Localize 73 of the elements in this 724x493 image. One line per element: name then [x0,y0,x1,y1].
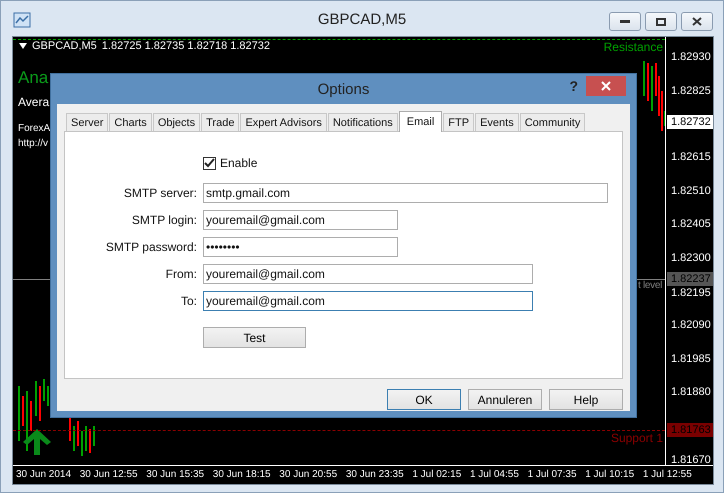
time-tick: 30 Jun 15:35 [146,468,204,482]
input-field[interactable]: smtp.gmail.com [203,183,608,203]
tab[interactable]: Notifications [328,113,398,131]
window-title: GBPCAD,M5 [318,11,406,28]
chart-caption: ForexA [18,123,50,134]
price-tick: 1.82825 [671,85,711,97]
field-label: SMTP login: [130,213,197,227]
time-tick: 1 Jul 12:55 [642,468,692,482]
chart-caption: Ana [18,68,48,88]
price-tick: 1.81670 [671,454,711,466]
price-tick: 1.82090 [671,319,711,331]
tab[interactable]: Community [520,113,586,131]
dialog-button[interactable]: Help [549,389,623,410]
close-icon [692,17,702,26]
close-icon [601,81,611,91]
chart-window-icon [13,12,31,28]
test-button[interactable]: Test [203,327,306,348]
time-tick: 1 Jul 10:15 [585,468,634,482]
tab[interactable]: Charts [109,113,152,131]
minimize-button[interactable] [609,12,641,31]
input-field[interactable]: youremail@gmail.com [203,291,533,311]
dialog-button[interactable]: OK [387,389,461,410]
chart-symbol: GBPCAD,M5 [32,40,97,52]
time-tick: 30 Jun 20:55 [279,468,338,482]
dialog-title: Options [318,81,370,98]
tab[interactable]: Objects [152,113,200,131]
field-label: SMTP password: [104,240,197,254]
chart-quote: 1.82725 1.82735 1.82718 1.82732 [102,40,270,52]
price-tick: 1.81985 [671,353,711,365]
maximize-button[interactable] [645,12,677,31]
tab[interactable]: Server [66,113,108,131]
maximize-icon [656,18,666,26]
time-tick: 1 Jul 02:15 [412,468,462,482]
price-label: 1.82732 [667,115,713,129]
close-button[interactable] [681,12,713,31]
time-tick: 1 Jul 07:35 [528,468,577,482]
checkmark-icon [204,158,215,168]
time-tick: 30 Jun 12:55 [80,468,138,482]
input-field[interactable]: youremail@gmail.com [203,210,398,230]
chart-caption: Avera [18,95,50,109]
dropdown-triangle-icon[interactable] [19,43,27,49]
time-tick: 30 Jun 18:15 [212,468,271,482]
time-tick: 30 Jun 2014 [16,468,72,482]
tab[interactable]: Events [475,113,519,131]
tab[interactable]: Expert Advisors [240,113,327,131]
price-tick: 1.82510 [671,185,711,197]
help-button[interactable]: ? [567,78,580,94]
up-arrow-icon [23,429,51,455]
price-tick: 1.82930 [671,51,711,63]
level-line-label: Resistance [604,40,663,54]
level-line-label: Support 1 [610,431,663,445]
chart-caption: http://v [18,138,48,149]
price-tick: 1.82195 [671,287,711,299]
tab[interactable]: FTP [443,113,474,131]
price-tick: 1.81880 [671,386,711,398]
tab[interactable]: Email [398,111,442,132]
level-line-label: t level [638,280,662,291]
enable-checkbox[interactable]: Enable [203,156,258,170]
time-tick: 1 Jul 04:55 [470,468,519,482]
input-field[interactable]: •••••••• [203,237,398,257]
price-tick: 1.82405 [671,218,711,230]
price-label: 1.81763 [667,423,713,437]
dialog-button[interactable]: Annuleren [468,389,542,410]
minimize-icon [620,20,630,24]
price-label: 1.82237 [667,272,713,286]
field-label: To: [180,294,197,308]
time-tick: 30 Jun 23:35 [346,468,404,482]
field-label: SMTP server: [122,186,197,200]
price-tick: 1.82300 [671,252,711,264]
tab[interactable]: Trade [201,113,240,131]
price-tick: 1.82615 [671,151,711,163]
field-label: From: [164,267,197,281]
input-field[interactable]: youremail@gmail.com [203,264,533,284]
